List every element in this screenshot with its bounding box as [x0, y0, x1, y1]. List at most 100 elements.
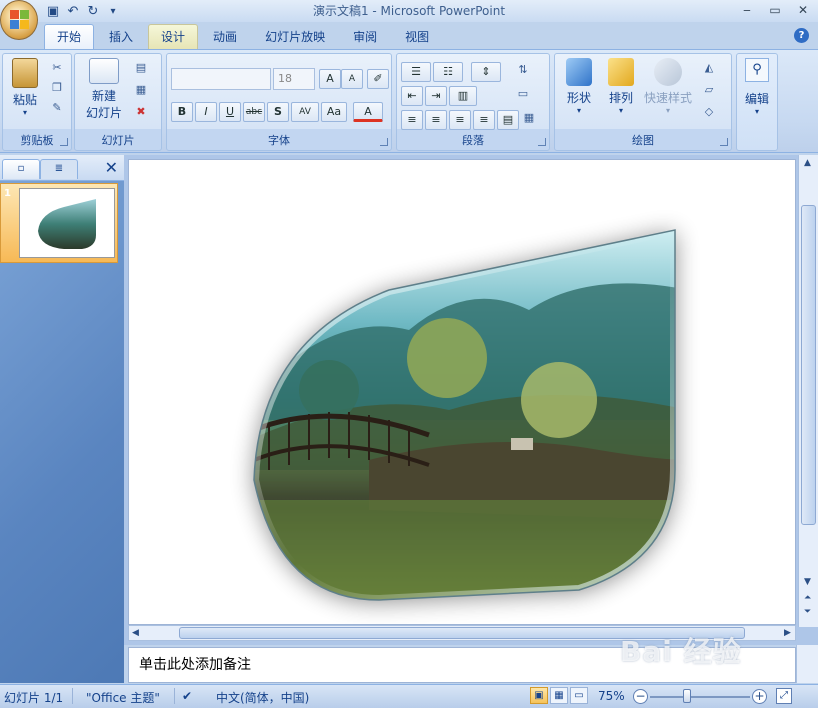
line-spacing-button[interactable]: ⇕ [471, 62, 501, 82]
next-slide-icon[interactable]: ⏷ [804, 607, 811, 617]
paste-button[interactable]: 粘贴 ▾ [7, 58, 43, 117]
vertical-scroll-thumb[interactable] [801, 205, 816, 525]
shape-effects-icon[interactable]: ◇ [701, 104, 717, 120]
panel-close-icon[interactable]: ✕ [105, 158, 118, 177]
drawing-launcher-icon[interactable] [720, 138, 728, 146]
shapes-label: 形状 [566, 91, 591, 105]
layout-icon[interactable]: ▤ [133, 60, 149, 76]
smartart-icon[interactable]: ▦ [521, 110, 537, 126]
scroll-down-icon[interactable]: ▼ [804, 577, 811, 587]
shapes-button[interactable]: 形状 ▾ [559, 58, 599, 115]
slide-thumbnail-item[interactable]: 1 [0, 183, 118, 263]
tab-home[interactable]: 开始 [44, 24, 95, 50]
minimize-button[interactable]: ‒ [736, 1, 758, 19]
grow-font-button[interactable]: A [319, 69, 341, 89]
font-launcher-icon[interactable] [380, 138, 388, 146]
tab-outline[interactable]: ≣ [40, 159, 78, 179]
spellcheck-icon[interactable]: ✔ [182, 689, 192, 703]
reset-icon[interactable]: ▦ [133, 82, 149, 98]
vertical-scrollbar[interactable]: ▲ ▼ ⏶ ⏷ [798, 155, 818, 627]
tab-review[interactable]: 审阅 [340, 24, 390, 50]
arrange-button[interactable]: 排列 ▾ [601, 58, 641, 115]
justify-button[interactable]: ≡ [473, 110, 495, 130]
new-slide-label: 新建 [91, 89, 116, 103]
align-right-button[interactable]: ≡ [449, 110, 471, 130]
notes-scrollbar[interactable] [796, 645, 818, 683]
slide-canvas[interactable] [128, 159, 796, 625]
align-text-icon[interactable]: ▭ [515, 86, 531, 102]
font-size-input[interactable]: 18 [273, 68, 315, 90]
office-button[interactable] [0, 0, 38, 40]
shrink-font-button[interactable]: A [341, 69, 363, 89]
distribute-button[interactable]: ▤ [497, 110, 519, 130]
slide-thumbnail[interactable] [19, 188, 115, 258]
tab-insert[interactable]: 插入 [96, 24, 146, 50]
paragraph-launcher-icon[interactable] [538, 138, 546, 146]
slide-sorter-button[interactable]: ▦ [550, 687, 568, 704]
decrease-indent-button[interactable]: ⇤ [401, 86, 423, 106]
text-direction-icon[interactable]: ⇅ [515, 62, 531, 78]
thumbnail-picture [38, 199, 96, 249]
help-icon[interactable]: ? [794, 28, 809, 43]
align-center-button[interactable]: ≡ [425, 110, 447, 130]
customize-qat-icon[interactable]: ▾ [104, 2, 122, 20]
tab-slides-thumbnails[interactable]: ▫ [2, 159, 40, 179]
shape-fill-icon[interactable]: ◭ [701, 60, 717, 76]
tab-animations[interactable]: 动画 [200, 24, 250, 50]
tab-design[interactable]: 设计 [148, 24, 199, 50]
maximize-button[interactable]: ▭ [764, 1, 786, 19]
tab-view[interactable]: 视图 [392, 24, 442, 50]
clipboard-launcher-icon[interactable] [60, 138, 68, 146]
shapes-dropdown-icon: ▾ [576, 106, 581, 115]
status-divider [174, 688, 175, 704]
font-name-input[interactable] [171, 68, 271, 90]
fit-to-window-icon[interactable]: ⤢ [776, 688, 792, 704]
numbering-button[interactable]: ☷ [433, 62, 463, 82]
format-painter-icon[interactable]: ✎ [49, 100, 65, 116]
new-slide-button[interactable]: 新建 幻灯片 [79, 58, 129, 121]
zoom-slider-handle[interactable] [683, 689, 691, 703]
increase-indent-button[interactable]: ⇥ [425, 86, 447, 106]
zoom-slider[interactable] [650, 696, 750, 698]
undo-icon[interactable]: ↶ [64, 2, 82, 20]
slide-number: 1 [4, 188, 11, 199]
scroll-right-icon[interactable]: ▶ [784, 628, 791, 638]
close-button[interactable]: ✕ [792, 1, 814, 19]
shape-outline-icon[interactable]: ▱ [701, 82, 717, 98]
delete-slide-icon[interactable]: ✖ [133, 104, 149, 120]
quick-styles-button[interactable]: 快速样式 ▾ [643, 58, 693, 115]
clear-format-button[interactable]: ✐ [367, 69, 389, 89]
tab-slideshow[interactable]: 幻灯片放映 [252, 24, 338, 50]
editing-button[interactable]: ⚲ 编辑 ▾ [739, 58, 775, 116]
columns-button[interactable]: ▥ [449, 86, 477, 106]
previous-slide-icon[interactable]: ⏶ [804, 593, 811, 603]
cut-icon[interactable]: ✂ [49, 60, 65, 76]
quick-access-toolbar: ▣ ↶ ↻ ▾ [44, 1, 122, 21]
scroll-up-icon[interactable]: ▲ [804, 158, 811, 168]
shadow-button[interactable]: S [267, 102, 289, 122]
char-spacing-button[interactable]: AV [291, 102, 319, 122]
slideshow-button[interactable]: ▭ [570, 687, 588, 704]
strikethrough-button[interactable]: abc [243, 102, 265, 122]
paste-icon [12, 58, 38, 88]
italic-button[interactable]: I [195, 102, 217, 122]
zoom-in-icon[interactable]: + [752, 689, 767, 704]
save-icon[interactable]: ▣ [44, 2, 62, 20]
zoom-level[interactable]: 75% [598, 689, 625, 703]
underline-button[interactable]: U [219, 102, 241, 122]
panel-tabs: ▫ ≣ ✕ [0, 155, 124, 181]
copy-icon[interactable]: ❐ [49, 80, 65, 96]
align-left-button[interactable]: ≡ [401, 110, 423, 130]
normal-view-button[interactable]: ▣ [530, 687, 548, 704]
editing-label: 编辑 [744, 92, 769, 106]
teardrop-picture[interactable] [129, 160, 797, 626]
language-status[interactable]: 中文(简体，中国) [216, 689, 309, 706]
change-case-button[interactable]: Aa [321, 102, 347, 122]
bold-button[interactable]: B [171, 102, 193, 122]
font-color-button[interactable]: A [353, 102, 383, 122]
window-controls: ‒ ▭ ✕ [736, 1, 814, 19]
bullets-button[interactable]: ☰ [401, 62, 431, 82]
redo-icon[interactable]: ↻ [84, 2, 102, 20]
scroll-left-icon[interactable]: ◀ [132, 628, 139, 638]
zoom-out-icon[interactable]: − [633, 689, 648, 704]
